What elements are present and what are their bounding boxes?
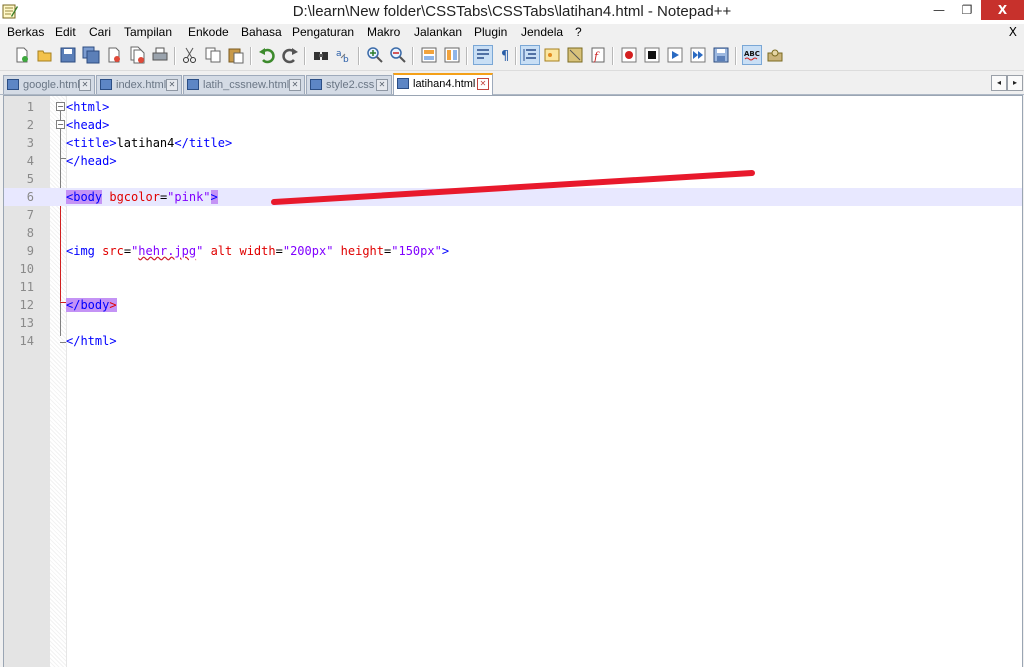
maximize-button[interactable]: ❐ <box>953 0 981 20</box>
new-file-icon[interactable] <box>13 46 31 64</box>
toolbar-separator <box>466 47 468 65</box>
zoom-out-icon[interactable] <box>389 46 407 64</box>
saved-file-icon <box>100 79 112 90</box>
tab-latih-cssnew-html[interactable]: latih_cssnew.html ✕ <box>183 75 305 94</box>
doc-map-icon[interactable] <box>566 46 584 64</box>
replace-icon[interactable]: ab <box>335 46 353 64</box>
menu-plugin[interactable]: Plugin <box>474 25 507 39</box>
red-annotation-stroke <box>271 170 755 205</box>
close-tab-icon[interactable]: ✕ <box>166 79 178 91</box>
toolbar-separator <box>612 47 614 65</box>
toolbar: ab ¶ f ABC <box>0 43 1024 71</box>
close-icon[interactable] <box>105 46 123 64</box>
plugin-icon[interactable] <box>766 46 784 64</box>
undo-icon[interactable] <box>258 46 276 64</box>
saved-file-icon <box>187 79 199 90</box>
show-all-chars-icon[interactable]: ¶ <box>497 46 515 64</box>
toolbar-separator <box>412 47 414 65</box>
macro-play-icon[interactable] <box>666 46 684 64</box>
sync-horizontal-icon[interactable] <box>443 46 461 64</box>
menu-help[interactable]: ? <box>575 25 582 39</box>
document-tab-bar: google.html ✕ index.html ✕ latih_cssnew.… <box>0 72 1024 96</box>
menu-cari[interactable]: Cari <box>89 25 111 39</box>
menu-berkas[interactable]: Berkas <box>7 25 44 39</box>
tab-label: style2.css <box>326 79 375 91</box>
menu-pengaturan[interactable]: Pengaturan <box>292 25 354 39</box>
function-list-icon[interactable]: f <box>589 46 607 64</box>
tab-label: latih_cssnew.html <box>203 79 290 91</box>
find-icon[interactable] <box>312 46 330 64</box>
word-wrap-icon[interactable] <box>473 45 493 65</box>
menu-makro[interactable]: Makro <box>367 25 400 39</box>
open-file-icon[interactable] <box>36 46 54 64</box>
title-bar: D:\learn\New folder\CSSTabs\CSSTabs\lati… <box>0 0 1024 24</box>
zoom-in-icon[interactable] <box>366 46 384 64</box>
indent-guide-icon[interactable] <box>520 45 540 65</box>
macro-save-icon[interactable] <box>712 46 730 64</box>
window-title: D:\learn\New folder\CSSTabs\CSSTabs\lati… <box>292 3 732 20</box>
save-icon[interactable] <box>59 46 77 64</box>
code-editor[interactable]: − − − 1 <html> 2 <head> 3 <title>latihan… <box>3 95 1023 667</box>
menu-tampilan[interactable]: Tampilan <box>124 25 172 39</box>
macro-record-icon[interactable] <box>620 46 638 64</box>
tab-index-html[interactable]: index.html ✕ <box>96 75 182 94</box>
close-tab-icon[interactable]: ✕ <box>376 79 388 91</box>
close-tab-icon[interactable]: ✕ <box>289 79 301 91</box>
close-all-icon[interactable] <box>128 46 146 64</box>
svg-text:a: a <box>336 49 342 59</box>
paste-icon[interactable] <box>227 46 245 64</box>
menu-bahasa[interactable]: Bahasa <box>241 25 282 39</box>
close-tab-icon[interactable]: ✕ <box>79 79 91 91</box>
tab-scroll-right-button[interactable]: ▸ <box>1007 75 1023 91</box>
close-window-button[interactable]: X <box>981 0 1024 20</box>
toolbar-separator <box>304 47 306 65</box>
menu-enkode[interactable]: Enkode <box>188 25 229 39</box>
print-icon[interactable] <box>151 46 169 64</box>
svg-text:ABC: ABC <box>744 50 760 58</box>
cut-icon[interactable] <box>181 46 199 64</box>
menu-jalankan[interactable]: Jalankan <box>414 25 462 39</box>
copy-icon[interactable] <box>204 46 222 64</box>
tab-google-html[interactable]: google.html ✕ <box>3 75 95 94</box>
save-all-icon[interactable] <box>82 46 100 64</box>
macro-stop-icon[interactable] <box>643 46 661 64</box>
toolbar-separator <box>515 47 517 65</box>
sync-vertical-icon[interactable] <box>420 46 438 64</box>
spellcheck-icon[interactable]: ABC <box>742 45 762 65</box>
toolbar-separator <box>250 47 252 65</box>
close-tab-icon[interactable]: ✕ <box>477 78 489 90</box>
toolbar-separator <box>358 47 360 65</box>
close-document-button[interactable]: X <box>1009 25 1017 39</box>
svg-text:¶: ¶ <box>501 49 509 64</box>
tab-label: google.html <box>23 79 80 91</box>
svg-text:b: b <box>343 55 349 64</box>
redo-icon[interactable] <box>281 46 299 64</box>
menu-bar: Berkas Edit Cari Tampilan Enkode Bahasa … <box>0 24 1024 43</box>
minimize-button[interactable]: — <box>925 0 953 20</box>
tab-latihan4-html[interactable]: latihan4.html ✕ <box>393 73 493 96</box>
tab-label: index.html <box>116 79 167 91</box>
toolbar-separator <box>174 47 176 65</box>
tab-scroll-left-button[interactable]: ◂ <box>991 75 1007 91</box>
tab-label: latihan4.html <box>413 78 476 90</box>
saved-file-icon <box>310 79 322 90</box>
saved-file-icon <box>397 78 409 89</box>
menu-jendela[interactable]: Jendela <box>521 25 563 39</box>
toolbar-separator <box>735 47 737 65</box>
user-lang-icon[interactable] <box>543 46 561 64</box>
saved-file-icon <box>7 79 19 90</box>
menu-edit[interactable]: Edit <box>55 25 76 39</box>
macro-run-multiple-icon[interactable] <box>689 46 707 64</box>
tab-style2-css[interactable]: style2.css ✕ <box>306 75 392 94</box>
